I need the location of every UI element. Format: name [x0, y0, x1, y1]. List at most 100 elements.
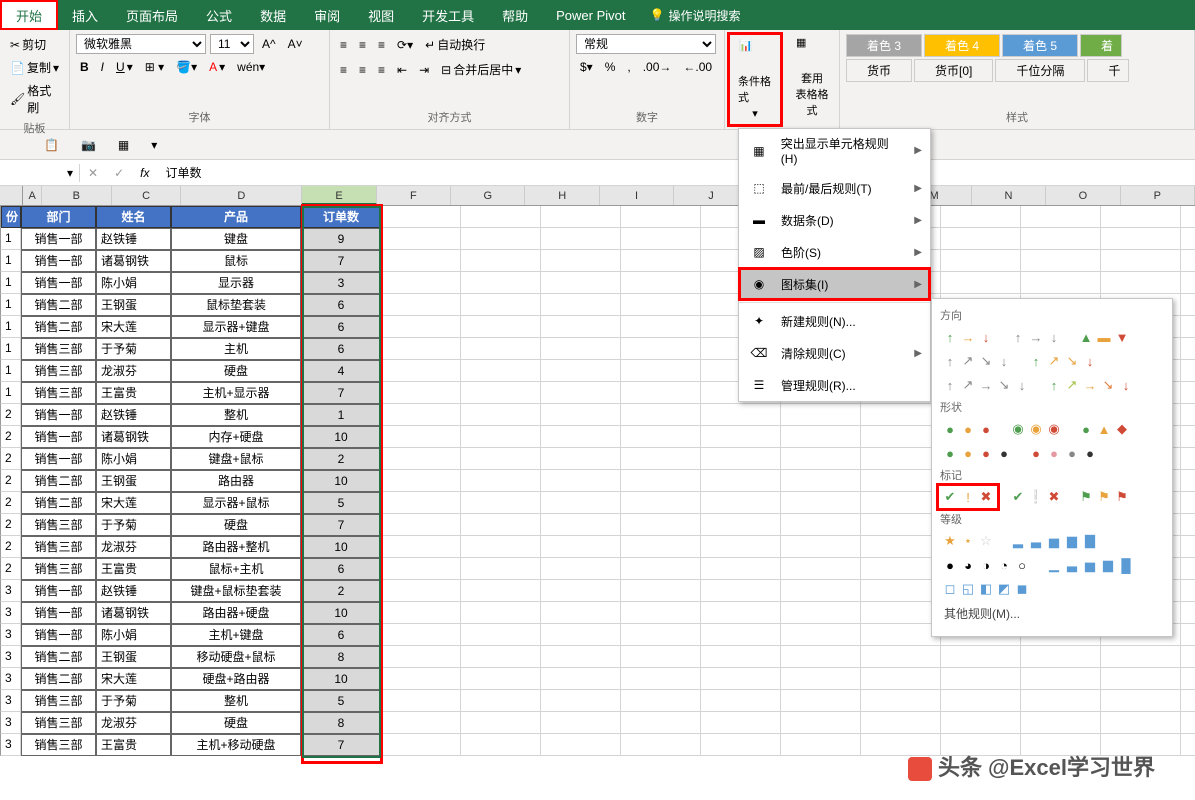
cell[interactable]: 诸葛钢铁	[96, 250, 171, 272]
empty-cell[interactable]	[381, 514, 461, 536]
empty-cell[interactable]	[381, 558, 461, 580]
empty-cell[interactable]	[1181, 712, 1195, 734]
empty-cell[interactable]	[1101, 668, 1181, 690]
iconset-3flags[interactable]: ⚑⚑⚑	[1076, 487, 1132, 507]
empty-cell[interactable]	[861, 558, 941, 580]
empty-cell[interactable]	[461, 492, 541, 514]
number-format-select[interactable]: 常规	[576, 34, 716, 54]
empty-cell[interactable]	[1021, 228, 1101, 250]
empty-cell[interactable]	[461, 646, 541, 668]
cell[interactable]: 销售三部	[21, 734, 96, 756]
empty-cell[interactable]	[461, 514, 541, 536]
iconset-3trafficlights-rimmed[interactable]: ◉◉◉	[1008, 419, 1064, 439]
cell[interactable]: 销售一部	[21, 228, 96, 250]
iconset-5arrows-colored[interactable]: ↑↗→↘↓	[1044, 375, 1136, 395]
cf-menu-databar[interactable]: ▬数据条(D)▶	[739, 204, 930, 236]
empty-cell[interactable]	[461, 624, 541, 646]
empty-cell[interactable]	[701, 734, 781, 756]
empty-cell[interactable]	[461, 382, 541, 404]
empty-cell[interactable]	[541, 624, 621, 646]
empty-cell[interactable]	[781, 426, 861, 448]
cell[interactable]: 销售一部	[21, 250, 96, 272]
iconset-4arrows-colored[interactable]: ↑↗↘↓	[1026, 351, 1100, 371]
cell[interactable]: 主机+键盘	[171, 624, 301, 646]
cell[interactable]: 2	[1, 492, 21, 514]
empty-cell[interactable]	[461, 690, 541, 712]
empty-cell[interactable]	[861, 712, 941, 734]
col-header[interactable]: D	[181, 186, 302, 205]
style-currency[interactable]: 货币	[846, 59, 912, 82]
col-header[interactable]: O	[1046, 186, 1120, 205]
empty-cell[interactable]	[861, 492, 941, 514]
empty-cell[interactable]	[941, 668, 1021, 690]
empty-cell[interactable]	[701, 514, 781, 536]
col-header[interactable]: N	[972, 186, 1046, 205]
empty-cell[interactable]	[381, 382, 461, 404]
cell[interactable]: 1	[1, 228, 21, 250]
cell[interactable]: 龙淑芬	[96, 712, 171, 734]
cell[interactable]: 于予菊	[96, 338, 171, 360]
cell[interactable]: 陈小娟	[96, 624, 171, 646]
cell[interactable]: 5	[301, 690, 381, 712]
empty-cell[interactable]	[541, 360, 621, 382]
empty-cell[interactable]	[941, 228, 1021, 250]
underline-button[interactable]: U ▾	[112, 58, 137, 76]
empty-cell[interactable]	[461, 668, 541, 690]
empty-cell[interactable]	[541, 206, 621, 228]
iconset-3symbols-circled[interactable]: ✔!✖	[940, 487, 996, 507]
empty-cell[interactable]	[1021, 646, 1101, 668]
cell[interactable]: 宋大莲	[96, 316, 171, 338]
empty-cell[interactable]	[701, 580, 781, 602]
empty-cell[interactable]	[461, 426, 541, 448]
empty-cell[interactable]	[701, 404, 781, 426]
empty-cell[interactable]	[461, 404, 541, 426]
cell[interactable]: 主机+移动硬盘	[171, 734, 301, 756]
empty-cell[interactable]	[541, 294, 621, 316]
cell[interactable]: 7	[301, 250, 381, 272]
cell[interactable]: 整机	[171, 404, 301, 426]
tab-dev[interactable]: 开发工具	[408, 0, 488, 30]
empty-cell[interactable]	[1181, 272, 1195, 294]
cell[interactable]: 龙淑芬	[96, 360, 171, 382]
align-center-button[interactable]: ≡	[355, 59, 370, 80]
empty-cell[interactable]	[1101, 690, 1181, 712]
empty-cell[interactable]	[861, 470, 941, 492]
empty-cell[interactable]	[861, 426, 941, 448]
empty-cell[interactable]	[381, 624, 461, 646]
empty-cell[interactable]	[461, 734, 541, 756]
empty-cell[interactable]	[941, 272, 1021, 294]
decrease-font-button[interactable]: A˅	[284, 34, 307, 54]
empty-cell[interactable]	[621, 316, 701, 338]
empty-cell[interactable]	[461, 228, 541, 250]
cell[interactable]: 鼠标+主机	[171, 558, 301, 580]
cell[interactable]: 赵铁锤	[96, 404, 171, 426]
cell[interactable]: 7	[301, 734, 381, 756]
cell[interactable]: 王钢蛋	[96, 470, 171, 492]
cell[interactable]: 王富贵	[96, 558, 171, 580]
empty-cell[interactable]	[541, 712, 621, 734]
cell[interactable]: 9	[301, 228, 381, 250]
cell[interactable]: 销售一部	[21, 448, 96, 470]
empty-cell[interactable]	[1181, 492, 1195, 514]
iconset-3trafficlights[interactable]: ●●●	[940, 419, 996, 439]
cell[interactable]: 1	[1, 382, 21, 404]
cell[interactable]: 陈小娟	[96, 448, 171, 470]
cell[interactable]: 1	[301, 404, 381, 426]
empty-cell[interactable]	[381, 602, 461, 624]
empty-cell[interactable]	[1181, 580, 1195, 602]
tab-help[interactable]: 帮助	[488, 0, 542, 30]
tab-insert[interactable]: 插入	[58, 0, 112, 30]
cell[interactable]: 7	[301, 514, 381, 536]
iconset-3symbols[interactable]: ✔❕✖	[1008, 487, 1064, 507]
empty-cell[interactable]	[781, 624, 861, 646]
empty-cell[interactable]	[1021, 250, 1101, 272]
iconset-4trafficlights[interactable]: ●●●●	[940, 443, 1014, 463]
cut-button[interactable]: ✂剪切	[6, 34, 63, 55]
empty-cell[interactable]	[781, 690, 861, 712]
cell[interactable]: 销售二部	[21, 492, 96, 514]
empty-cell[interactable]	[541, 514, 621, 536]
empty-cell[interactable]	[461, 712, 541, 734]
font-size-select[interactable]: 11	[210, 34, 254, 54]
empty-cell[interactable]	[781, 712, 861, 734]
style-accent3[interactable]: 着色 3	[846, 34, 922, 57]
